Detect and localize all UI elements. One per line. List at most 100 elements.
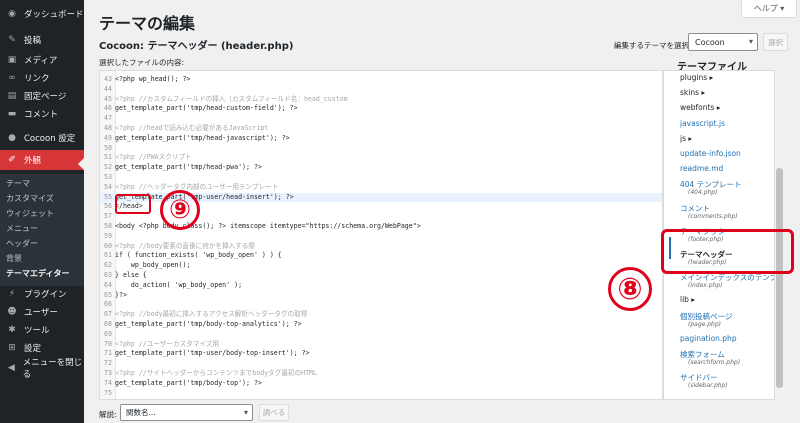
submenu-item-4[interactable]: ヘッダー — [6, 238, 38, 249]
sidebar-item-label: Cocoon 設定 — [24, 134, 76, 144]
line-number: 59 — [104, 231, 112, 240]
sidebar-item-0[interactable]: ◉ ダッシュボード — [0, 4, 84, 24]
code-text: get_template_part('tmp/head-custom-field… — [115, 104, 298, 113]
code-line[interactable]: 45 <?php //カスタムフィールドの挿入（カスタムフィールド名：head_c… — [100, 95, 662, 104]
lookup-button[interactable]: 調べる — [259, 404, 289, 421]
code-line[interactable]: 60 <?php //body要素の直後に何かを挿入する際 — [100, 242, 662, 251]
file-tree-file[interactable]: javascript.js — [680, 119, 725, 128]
code-text: } else { — [115, 271, 147, 279]
line-number: 69 — [104, 329, 112, 338]
sidebar-item-7[interactable]: ✐ 外観 — [0, 150, 84, 170]
code-line[interactable]: 62 wp_body_open(); — [100, 261, 662, 270]
file-tree-file[interactable]: readme.md — [680, 164, 723, 173]
sidebar-item-10[interactable]: ✱ ツール — [0, 320, 84, 340]
documentation-select[interactable]: 関数名... ▾ — [120, 404, 253, 421]
line-number: 43 — [104, 75, 112, 83]
code-editor[interactable]: 43 <?php wp_head(); ?> 44 45 <?php //カスタムフィー… — [99, 70, 663, 400]
documentation-select-value: 関数名... — [126, 408, 156, 417]
submenu-item-3[interactable]: メニュー — [6, 223, 38, 234]
code-line[interactable]: 52 get_template_part('tmp/head-pwa'); ?> — [100, 163, 662, 172]
sidebar-item-2[interactable]: ▣ メディア — [0, 50, 84, 70]
code-line[interactable]: 68 get_template_part('tmp/body-top-analyt… — [100, 320, 662, 329]
sidebar-item-12[interactable]: ◀ メニューを閉じる — [0, 358, 84, 380]
sidebar-item-11[interactable]: ⊞ 設定 — [0, 338, 84, 358]
code-line[interactable]: 72 — [100, 359, 662, 368]
code-line[interactable]: 69 — [100, 330, 662, 339]
documentation-label: 解説: — [99, 410, 117, 419]
code-line[interactable]: 75 — [100, 389, 662, 398]
sidebar-item-5[interactable]: ▬ コメント — [0, 104, 84, 124]
annotation-box-header-file — [661, 229, 794, 274]
code-line[interactable]: 64 do_action( 'wp_body_open' ); — [100, 281, 662, 290]
code-line[interactable]: 66 — [100, 300, 662, 309]
code-line[interactable]: 74 get_template_part('tmp/body-top'); ?> — [100, 379, 662, 388]
submenu-item-1[interactable]: カスタマイズ — [6, 193, 54, 204]
line-number: 68 — [104, 320, 112, 328]
code-line[interactable]: 73 <?php //サイトヘッダーからコンテンツまでbodyタグ最初のHTML — [100, 369, 662, 378]
code-line[interactable]: 61 if ( function_exists( 'wp_body_open' )… — [100, 251, 662, 260]
file-tree-file[interactable]: pagination.php — [680, 334, 737, 343]
code-line[interactable]: 51 <?php //PWAスクリプト — [100, 153, 662, 162]
theme-select[interactable]: Cocoon ▾ — [688, 33, 758, 51]
code-line[interactable]: 44 — [100, 85, 662, 94]
dashboard-icon: ◉ — [8, 9, 16, 19]
select-button[interactable]: 選択 — [763, 33, 788, 51]
code-line[interactable]: 71 get_template_part('tmp-user/body-top-i… — [100, 349, 662, 358]
code-line[interactable]: 67 <?php //body最初に挿入するアクセス解析ヘッダータグの取得 — [100, 310, 662, 319]
cocoon-icon: ● — [8, 133, 16, 143]
code-line[interactable]: 48 <?php //headで読み込む必要があるJavaScript — [100, 124, 662, 133]
file-tree-folder[interactable]: webfonts ▸ — [680, 103, 721, 112]
sidebar-item-1[interactable]: ✎ 投稿 — [0, 30, 84, 50]
file-tree-folder[interactable]: lib ▸ — [680, 295, 695, 304]
code-line[interactable]: 46 get_template_part('tmp/head-custom-fie… — [100, 104, 662, 113]
code-line[interactable]: 49 get_template_part('tmp/head-javascript… — [100, 134, 662, 143]
line-number: 71 — [104, 349, 112, 358]
code-text: <?php //headで読み込む必要があるJavaScript — [115, 124, 269, 132]
code-text: <?php //body要素の直後に何かを挿入する際 — [115, 241, 255, 250]
sidebar-item-3[interactable]: ∞ リンク — [0, 68, 84, 88]
link-icon: ∞ — [8, 73, 16, 83]
plugin-icon: ⚡ — [8, 289, 16, 299]
annotation-number-8: ⑧ — [608, 267, 652, 311]
line-number: 47 — [104, 114, 112, 123]
sidebar-item-4[interactable]: ▤ 固定ページ — [0, 86, 84, 106]
line-number: 72 — [104, 359, 112, 368]
file-tree-folder[interactable]: plugins ▸ — [680, 73, 713, 82]
file-tree-folder[interactable]: js ▸ — [680, 134, 692, 143]
file-tree-filename: (sidebar.php) — [688, 382, 728, 390]
line-number: 45 — [104, 94, 112, 103]
code-line[interactable]: 47 — [100, 114, 662, 123]
submenu-item-5[interactable]: 背景 — [6, 253, 22, 264]
sidebar-item-label: ユーザー — [24, 308, 58, 318]
file-tree-filename: (404.php) — [688, 189, 718, 197]
line-number: 62 — [104, 261, 112, 270]
code-line[interactable]: 53 — [100, 173, 662, 182]
code-line[interactable]: 43 <?php wp_head(); ?> — [100, 75, 662, 84]
media-icon: ▣ — [7, 55, 17, 65]
line-number: 51 — [104, 153, 112, 162]
sidebar-item-8[interactable]: ⚡ プラグイン — [0, 284, 84, 304]
tools-icon: ✱ — [8, 325, 16, 335]
help-tab[interactable]: ヘルプ ▾ — [741, 0, 797, 18]
code-line[interactable]: 50 — [100, 144, 662, 153]
comment-icon: ▬ — [7, 109, 17, 119]
appearance-icon: ✐ — [8, 155, 16, 165]
theme-select-label: 編集するテーマを選択: — [614, 41, 692, 50]
code-line[interactable]: 63} else { — [100, 271, 662, 280]
code-text: <?php //ヘッダータグ内部のユーザー用テンプレート — [115, 182, 279, 191]
line-number: 73 — [104, 369, 112, 377]
code-text: }?> — [115, 290, 127, 299]
file-tree-folder[interactable]: skins ▸ — [680, 88, 705, 97]
code-line[interactable]: 59 — [100, 232, 662, 241]
submenu-item-2[interactable]: ウィジェット — [6, 208, 54, 219]
sidebar-item-9[interactable]: ☻ ユーザー — [0, 302, 84, 322]
submenu-item-6[interactable]: テーマエディター — [6, 268, 69, 279]
file-tree-file[interactable]: update-info.json — [680, 149, 741, 158]
code-line[interactable]: 70 <?php //ユーザーカスタマイズ用 — [100, 340, 662, 349]
chevron-down-icon: ▾ — [243, 408, 248, 417]
file-list-scroll-thumb[interactable] — [776, 168, 783, 388]
sidebar-item-6[interactable]: ● Cocoon 設定 — [0, 128, 84, 148]
admin-sidebar: ◉ ダッシュボード ✎ 投稿 ▣ メディア ∞ リンク ▤ 固定ページ ▬ コメント ● Cocoon 設… — [0, 0, 84, 423]
submenu-item-0[interactable]: テーマ — [6, 178, 30, 189]
code-line[interactable]: 65}?> — [100, 291, 662, 300]
